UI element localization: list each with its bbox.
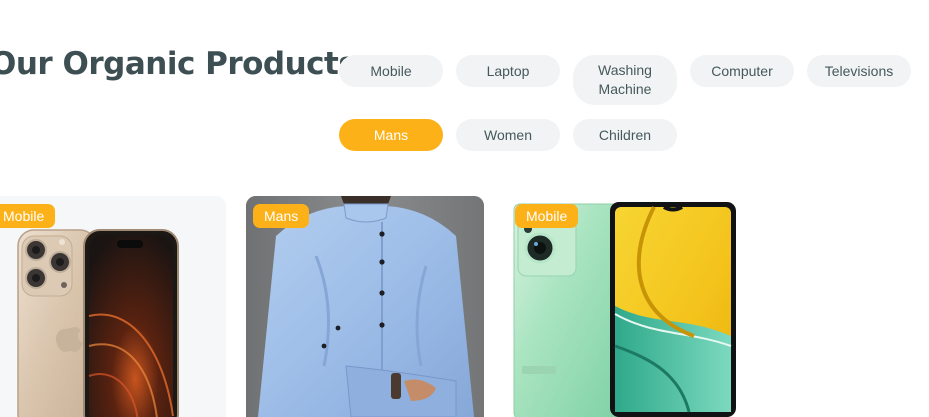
tab-label: Televisions <box>824 62 894 79</box>
category-badge: Mans <box>253 204 310 228</box>
product-card[interactable]: Mobile <box>504 196 742 417</box>
product-card[interactable]: Mans <box>246 196 484 417</box>
tab-label: Mobile <box>370 62 412 79</box>
tab-laptop[interactable]: Laptop <box>456 55 560 87</box>
iphone-icon <box>17 229 179 417</box>
tab-label: Children <box>598 126 652 143</box>
tab-label: Computer <box>711 62 773 79</box>
tab-computer[interactable]: Computer <box>690 55 794 87</box>
tab-televisions[interactable]: Televisions <box>807 55 911 87</box>
tab-label: Mans <box>373 126 409 143</box>
tab-label: Washing Machine <box>598 62 652 97</box>
category-badge: Mobile <box>515 204 579 228</box>
tab-label: Women <box>484 126 532 143</box>
tab-children[interactable]: Children <box>573 119 677 151</box>
tab-mobile[interactable]: Mobile <box>339 55 443 87</box>
tab-label: Laptop <box>486 62 530 79</box>
realme-phone-icon <box>513 202 736 417</box>
product-card[interactable]: Mobile <box>0 196 226 417</box>
category-badge: Mobile <box>0 204 56 228</box>
shirt-model-icon <box>246 196 484 417</box>
tab-washing-machine[interactable]: Washing Machine <box>573 55 677 105</box>
tab-mans[interactable]: Mans <box>339 119 443 151</box>
tab-women[interactable]: Women <box>456 119 560 151</box>
section-title: Our Organic Products <box>0 46 357 82</box>
